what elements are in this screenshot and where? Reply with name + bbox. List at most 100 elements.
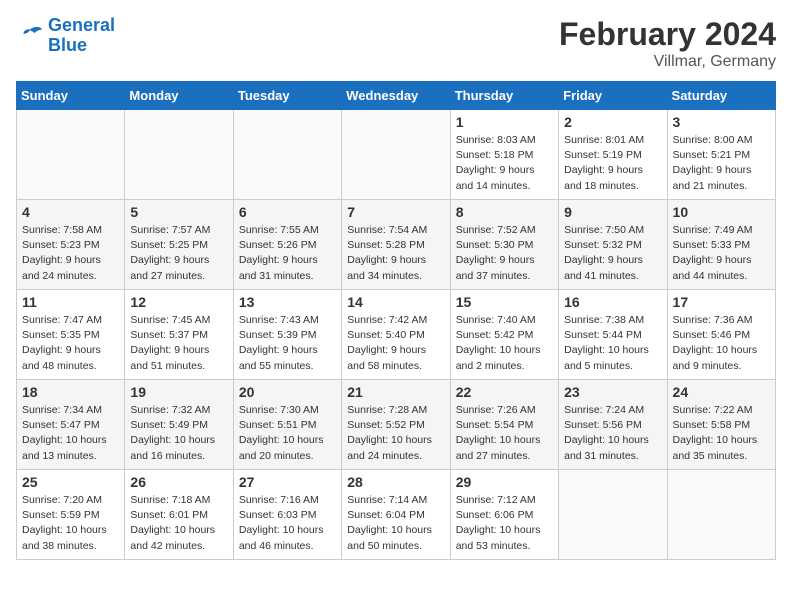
calendar-cell: 23 Sunrise: 7:24 AM Sunset: 5:56 PM Dayli… [559, 380, 667, 470]
calendar-cell: 17Sunrise: 7:36 AM Sunset: 5:46 PM Dayli… [667, 290, 775, 380]
day-info: Sunrise: 7:24 AM Sunset: 5:56 PM Dayligh… [564, 403, 661, 464]
calendar-cell [125, 110, 233, 200]
day-number: 9 [564, 204, 661, 220]
calendar-cell: 2 Sunrise: 8:01 AM Sunset: 5:19 PM Daylig… [559, 110, 667, 200]
day-number: 29 [456, 474, 553, 490]
calendar-week-2: 4 Sunrise: 7:58 AM Sunset: 5:23 PM Daylig… [17, 200, 776, 290]
calendar-cell: 15Sunrise: 7:40 AM Sunset: 5:42 PM Dayli… [450, 290, 558, 380]
calendar-cell: 14Sunrise: 7:42 AM Sunset: 5:40 PM Dayli… [342, 290, 450, 380]
calendar-cell [559, 470, 667, 560]
day-number: 8 [456, 204, 553, 220]
day-number: 3 [673, 114, 770, 130]
calendar-cell: 8 Sunrise: 7:52 AM Sunset: 5:30 PM Daylig… [450, 200, 558, 290]
day-number: 20 [239, 384, 336, 400]
day-info: Sunrise: 8:03 AM Sunset: 5:18 PM Dayligh… [456, 133, 553, 194]
day-info: Sunrise: 8:01 AM Sunset: 5:19 PM Dayligh… [564, 133, 661, 194]
logo-bird-icon [16, 22, 44, 50]
day-info: Sunrise: 7:52 AM Sunset: 5:30 PM Dayligh… [456, 223, 553, 284]
day-number: 1 [456, 114, 553, 130]
calendar-cell: 3 Sunrise: 8:00 AM Sunset: 5:21 PM Daylig… [667, 110, 775, 200]
day-info: Sunrise: 7:58 AM Sunset: 5:23 PM Dayligh… [22, 223, 119, 284]
weekday-header-friday: Friday [559, 82, 667, 110]
day-info: Sunrise: 7:43 AM Sunset: 5:39 PM Dayligh… [239, 313, 336, 374]
day-number: 7 [347, 204, 444, 220]
day-number: 19 [130, 384, 227, 400]
calendar-cell: 20 Sunrise: 7:30 AM Sunset: 5:51 PM Dayli… [233, 380, 341, 470]
weekday-header-sunday: Sunday [17, 82, 125, 110]
day-info: Sunrise: 7:26 AM Sunset: 5:54 PM Dayligh… [456, 403, 553, 464]
calendar-cell: 28 Sunrise: 7:14 AM Sunset: 6:04 PM Dayli… [342, 470, 450, 560]
calendar-week-3: 11 Sunrise: 7:47 AM Sunset: 5:35 PM Dayli… [17, 290, 776, 380]
calendar-cell: 22 Sunrise: 7:26 AM Sunset: 5:54 PM Dayli… [450, 380, 558, 470]
day-info: Sunrise: 8:00 AM Sunset: 5:21 PM Dayligh… [673, 133, 770, 194]
day-info: Sunrise: 7:57 AM Sunset: 5:25 PM Dayligh… [130, 223, 227, 284]
day-info: Sunrise: 7:55 AM Sunset: 5:26 PM Dayligh… [239, 223, 336, 284]
day-info: Sunrise: 7:50 AM Sunset: 5:32 PM Dayligh… [564, 223, 661, 284]
day-number: 2 [564, 114, 661, 130]
calendar-cell [342, 110, 450, 200]
calendar-cell [17, 110, 125, 200]
calendar-week-4: 18 Sunrise: 7:34 AM Sunset: 5:47 PM Dayli… [17, 380, 776, 470]
calendar-cell: 25Sunrise: 7:20 AM Sunset: 5:59 PM Dayli… [17, 470, 125, 560]
calendar-cell: 7 Sunrise: 7:54 AM Sunset: 5:28 PM Daylig… [342, 200, 450, 290]
day-info: Sunrise: 7:45 AM Sunset: 5:37 PM Dayligh… [130, 313, 227, 374]
day-number: 22 [456, 384, 553, 400]
weekday-header-saturday: Saturday [667, 82, 775, 110]
day-number: 4 [22, 204, 119, 220]
page-header: General Blue February 2024 Villmar, Germ… [16, 16, 776, 71]
calendar-cell: 4 Sunrise: 7:58 AM Sunset: 5:23 PM Daylig… [17, 200, 125, 290]
calendar-cell: 24Sunrise: 7:22 AM Sunset: 5:58 PM Dayli… [667, 380, 775, 470]
day-info: Sunrise: 7:14 AM Sunset: 6:04 PM Dayligh… [347, 493, 444, 554]
day-info: Sunrise: 7:34 AM Sunset: 5:47 PM Dayligh… [22, 403, 119, 464]
day-info: Sunrise: 7:12 AM Sunset: 6:06 PM Dayligh… [456, 493, 553, 554]
calendar-cell: 16Sunrise: 7:38 AM Sunset: 5:44 PM Dayli… [559, 290, 667, 380]
calendar-cell [667, 470, 775, 560]
day-number: 13 [239, 294, 336, 310]
calendar-cell: 13 Sunrise: 7:43 AM Sunset: 5:39 PM Dayli… [233, 290, 341, 380]
calendar-cell: 19 Sunrise: 7:32 AM Sunset: 5:49 PM Dayli… [125, 380, 233, 470]
location-subtitle: Villmar, Germany [559, 53, 776, 71]
calendar-cell: 18 Sunrise: 7:34 AM Sunset: 5:47 PM Dayli… [17, 380, 125, 470]
day-info: Sunrise: 7:18 AM Sunset: 6:01 PM Dayligh… [130, 493, 227, 554]
day-info: Sunrise: 7:38 AM Sunset: 5:44 PM Dayligh… [564, 313, 661, 374]
day-info: Sunrise: 7:16 AM Sunset: 6:03 PM Dayligh… [239, 493, 336, 554]
calendar-cell: 1 Sunrise: 8:03 AM Sunset: 5:18 PM Daylig… [450, 110, 558, 200]
day-number: 6 [239, 204, 336, 220]
day-number: 5 [130, 204, 227, 220]
day-number: 28 [347, 474, 444, 490]
calendar-cell: 9 Sunrise: 7:50 AM Sunset: 5:32 PM Daylig… [559, 200, 667, 290]
calendar-cell: 6 Sunrise: 7:55 AM Sunset: 5:26 PM Daylig… [233, 200, 341, 290]
weekday-header-row: SundayMondayTuesdayWednesdayThursdayFrid… [17, 82, 776, 110]
day-number: 21 [347, 384, 444, 400]
calendar-cell: 26 Sunrise: 7:18 AM Sunset: 6:01 PM Dayli… [125, 470, 233, 560]
day-info: Sunrise: 7:42 AM Sunset: 5:40 PM Dayligh… [347, 313, 444, 374]
calendar-cell: 5 Sunrise: 7:57 AM Sunset: 5:25 PM Daylig… [125, 200, 233, 290]
title-section: February 2024 Villmar, Germany [559, 16, 776, 71]
calendar-cell: 12 Sunrise: 7:45 AM Sunset: 5:37 PM Dayli… [125, 290, 233, 380]
day-number: 11 [22, 294, 119, 310]
logo: General Blue [16, 16, 115, 56]
day-info: Sunrise: 7:40 AM Sunset: 5:42 PM Dayligh… [456, 313, 553, 374]
day-info: Sunrise: 7:30 AM Sunset: 5:51 PM Dayligh… [239, 403, 336, 464]
day-number: 17 [673, 294, 770, 310]
day-info: Sunrise: 7:22 AM Sunset: 5:58 PM Dayligh… [673, 403, 770, 464]
day-info: Sunrise: 7:54 AM Sunset: 5:28 PM Dayligh… [347, 223, 444, 284]
day-info: Sunrise: 7:47 AM Sunset: 5:35 PM Dayligh… [22, 313, 119, 374]
calendar-cell: 10 Sunrise: 7:49 AM Sunset: 5:33 PM Dayli… [667, 200, 775, 290]
day-number: 23 [564, 384, 661, 400]
day-number: 18 [22, 384, 119, 400]
calendar-week-5: 25Sunrise: 7:20 AM Sunset: 5:59 PM Dayli… [17, 470, 776, 560]
weekday-header-wednesday: Wednesday [342, 82, 450, 110]
weekday-header-tuesday: Tuesday [233, 82, 341, 110]
day-number: 10 [673, 204, 770, 220]
calendar-cell: 27 Sunrise: 7:16 AM Sunset: 6:03 PM Dayli… [233, 470, 341, 560]
day-number: 26 [130, 474, 227, 490]
calendar-table: SundayMondayTuesdayWednesdayThursdayFrid… [16, 81, 776, 560]
calendar-cell: 11 Sunrise: 7:47 AM Sunset: 5:35 PM Dayli… [17, 290, 125, 380]
day-info: Sunrise: 7:32 AM Sunset: 5:49 PM Dayligh… [130, 403, 227, 464]
day-number: 27 [239, 474, 336, 490]
calendar-cell: 21Sunrise: 7:28 AM Sunset: 5:52 PM Dayli… [342, 380, 450, 470]
day-info: Sunrise: 7:49 AM Sunset: 5:33 PM Dayligh… [673, 223, 770, 284]
calendar-week-1: 1 Sunrise: 8:03 AM Sunset: 5:18 PM Daylig… [17, 110, 776, 200]
day-number: 12 [130, 294, 227, 310]
